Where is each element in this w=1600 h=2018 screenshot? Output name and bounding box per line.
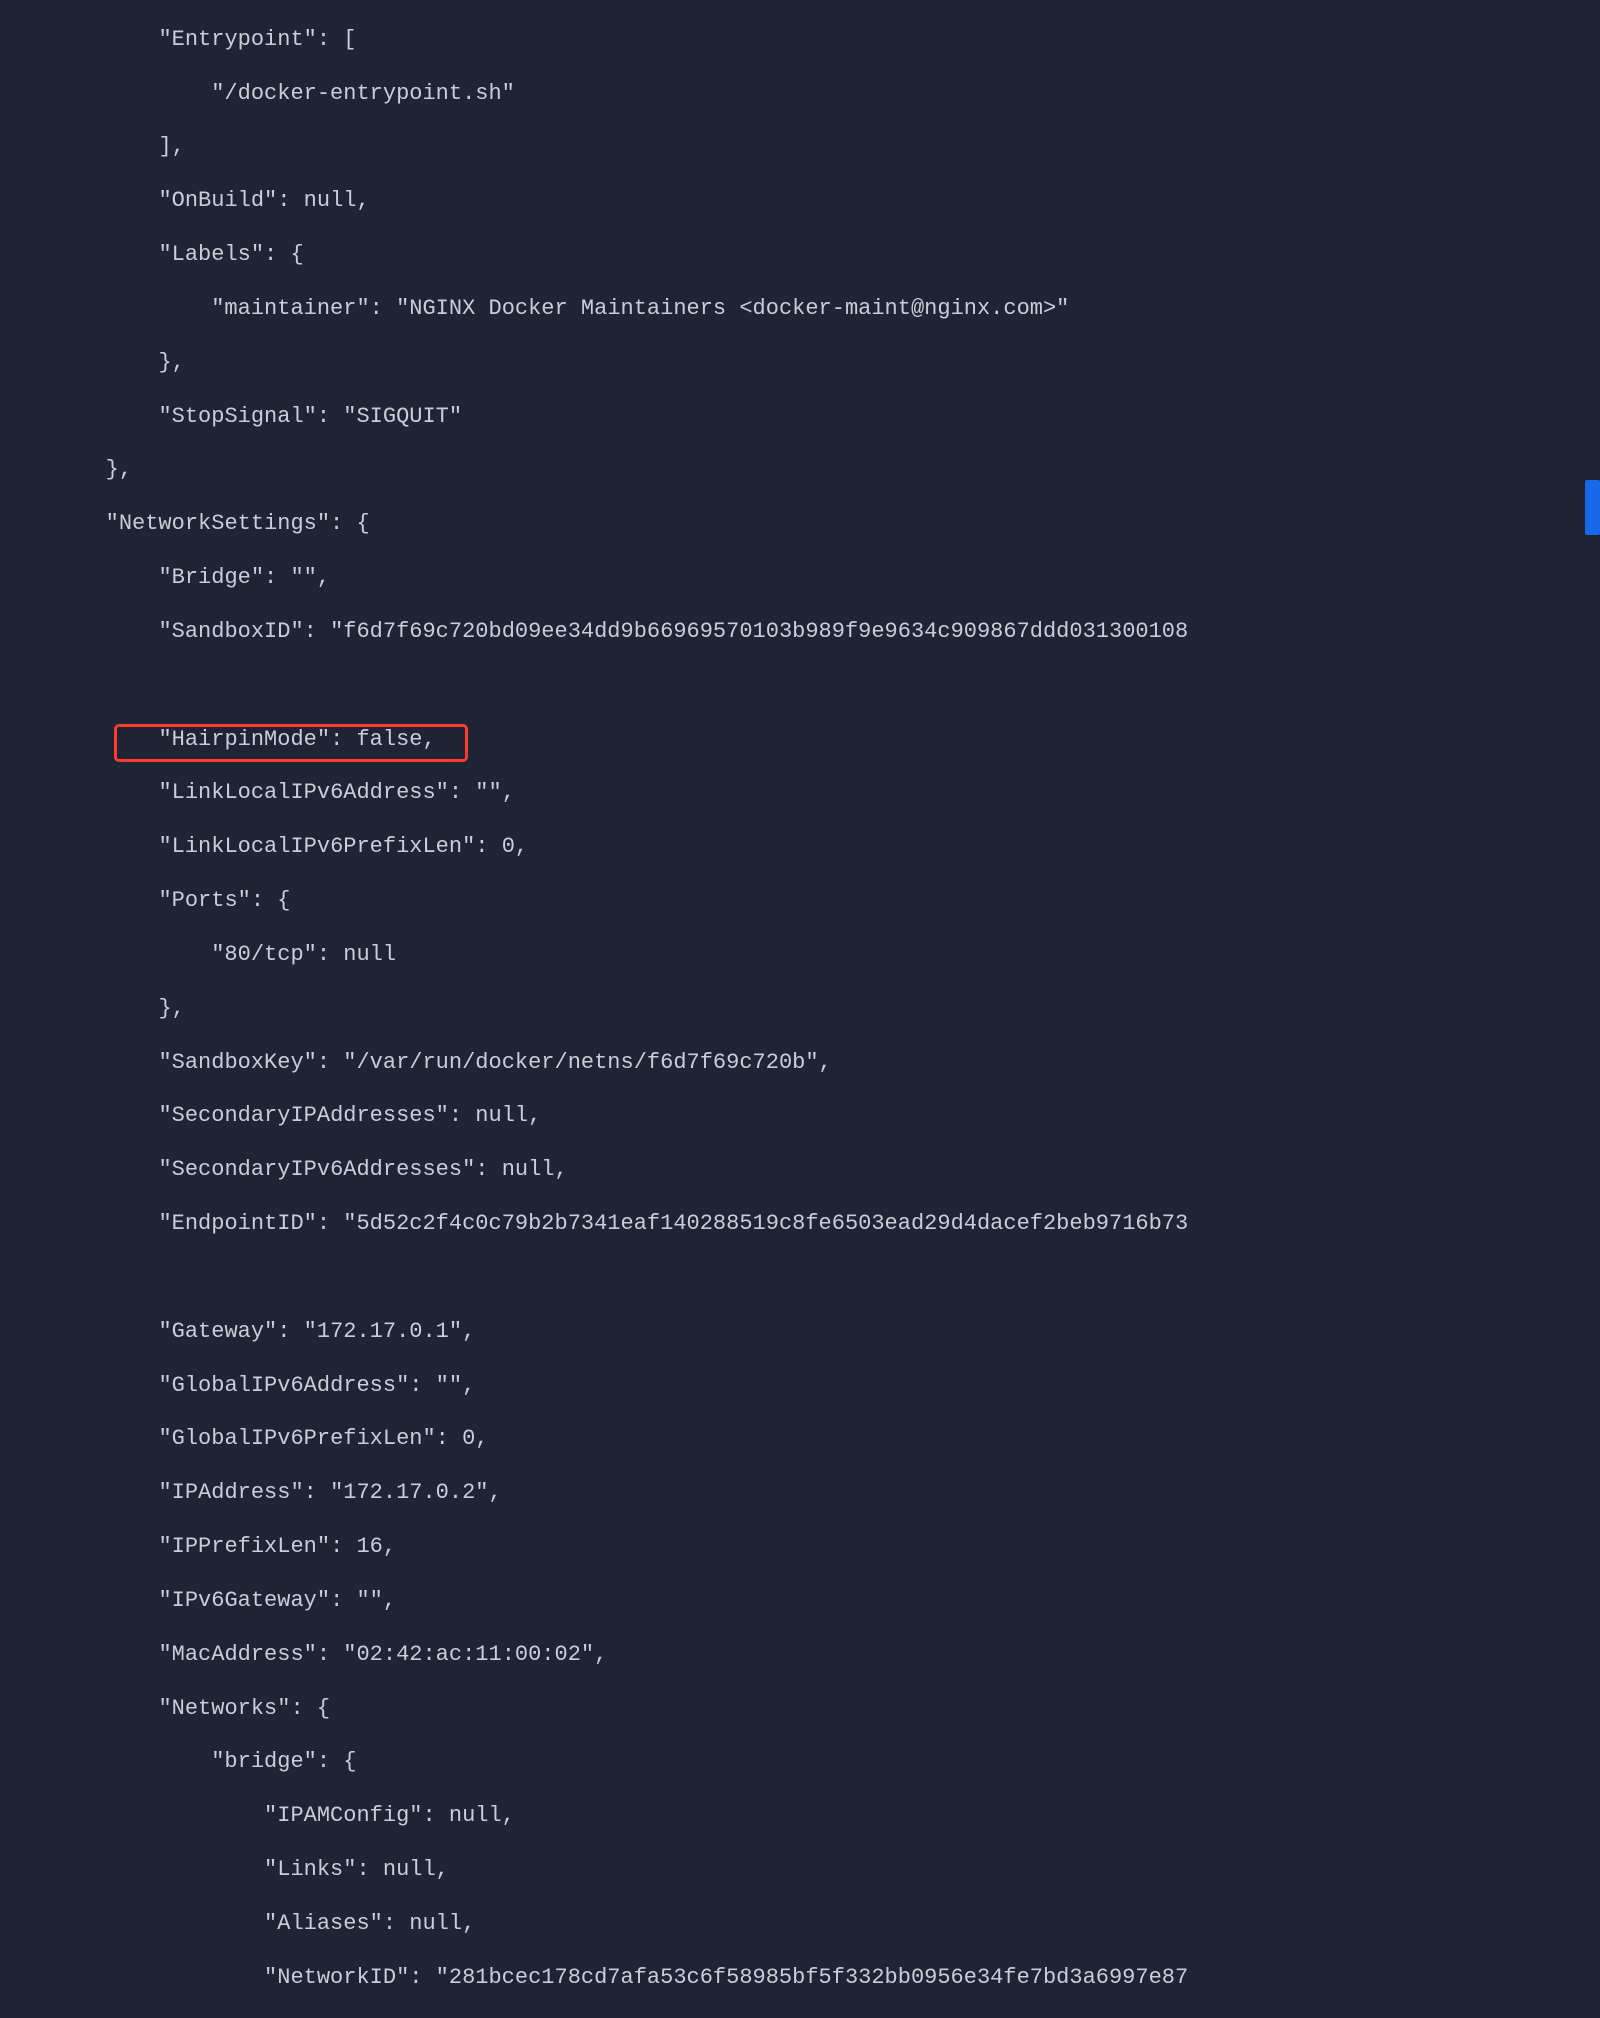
code-line: "StopSignal": "SIGQUIT" [0, 404, 1600, 431]
code-line: "MacAddress": "02:42:ac:11:00:02", [0, 1642, 1600, 1669]
code-line: "/docker-entrypoint.sh" [0, 81, 1600, 108]
code-line: "SecondaryIPv6Addresses": null, [0, 1157, 1600, 1184]
code-line: "Gateway": "172.17.0.1", [0, 1319, 1600, 1346]
json-pair: "LinkLocalIPv6Address": "", [158, 780, 514, 805]
json-close: }, [158, 350, 184, 375]
json-pair: "StopSignal": "SIGQUIT" [158, 404, 462, 429]
json-pair: "HairpinMode": false, [158, 727, 435, 752]
code-line: }, [0, 350, 1600, 377]
json-pair: "GlobalIPv6Address": "", [158, 1373, 475, 1398]
code-line: }, [0, 457, 1600, 484]
json-pair: "LinkLocalIPv6PrefixLen": 0, [158, 834, 528, 859]
code-line: "OnBuild": null, [0, 188, 1600, 215]
code-line: }, [0, 996, 1600, 1023]
code-line: "EndpointID": "5d52c2f4c0c79b2b7341eaf14… [0, 1211, 1600, 1238]
scrollbar-thumb[interactable] [1585, 480, 1600, 535]
json-pair: "SandboxKey": "/var/run/docker/netns/f6d… [158, 1050, 831, 1075]
code-line: "GlobalIPv6Address": "", [0, 1373, 1600, 1400]
code-line: "Entrypoint": [ [0, 27, 1600, 54]
code-line: "maintainer": "NGINX Docker Maintainers … [0, 296, 1600, 323]
code-line: "Labels": { [0, 242, 1600, 269]
code-line: "SecondaryIPAddresses": null, [0, 1103, 1600, 1130]
json-key: "maintainer": [211, 296, 396, 321]
code-line: "80/tcp": null [0, 942, 1600, 969]
json-pair: "Links": null, [264, 1857, 449, 1882]
json-pair: "Gateway": "172.17.0.1", [158, 1319, 475, 1344]
json-value: "/docker-entrypoint.sh" [211, 81, 515, 106]
json-pair: "Aliases": null, [264, 1911, 475, 1936]
json-close: }, [106, 457, 132, 482]
json-pair: "GlobalIPv6PrefixLen": 0, [158, 1426, 488, 1451]
code-line: "LinkLocalIPv6Address": "", [0, 780, 1600, 807]
json-pair-highlighted: "IPAddress": "172.17.0.2", [158, 1480, 501, 1505]
json-pair: "80/tcp": null [211, 942, 396, 967]
code-line: "Links": null, [0, 1857, 1600, 1884]
json-pair: "MacAddress": "02:42:ac:11:00:02", [158, 1642, 607, 1667]
json-key: "Labels": { [158, 242, 303, 267]
code-line: "Ports": { [0, 888, 1600, 915]
json-key: "Ports": { [158, 888, 290, 913]
code-line: "IPv6Gateway": "", [0, 1588, 1600, 1615]
code-line [0, 1265, 1600, 1292]
code-line: "HairpinMode": false, [0, 727, 1600, 754]
code-line: "GlobalIPv6PrefixLen": 0, [0, 1426, 1600, 1453]
code-line: "Aliases": null, [0, 1911, 1600, 1938]
json-pair: "IPAMConfig": null, [264, 1803, 515, 1828]
json-key: "bridge": { [211, 1749, 356, 1774]
code-line: "SandboxKey": "/var/run/docker/netns/f6d… [0, 1050, 1600, 1077]
json-value: "NGINX Docker Maintainers <docker-maint@… [396, 296, 1069, 321]
code-line [0, 673, 1600, 700]
code-line: "Networks": { [0, 1696, 1600, 1723]
code-line: "SandboxID": "f6d7f69c720bd09ee34dd9b669… [0, 619, 1600, 646]
json-key: "Entrypoint": [ [158, 27, 356, 52]
json-pair: "SandboxID": "f6d7f69c720bd09ee34dd9b669… [158, 619, 1188, 644]
json-pair: "Bridge": "", [158, 565, 330, 590]
code-line: ], [0, 134, 1600, 161]
json-pair: "NetworkID": "281bcec178cd7afa53c6f58985… [264, 1965, 1188, 1990]
code-line: "IPAddress": "172.17.0.2", [0, 1480, 1600, 1507]
code-line: "NetworkSettings": { [0, 511, 1600, 538]
code-line: "NetworkID": "281bcec178cd7afa53c6f58985… [0, 1965, 1600, 1992]
json-close: }, [158, 996, 184, 1021]
json-pair: "IPPrefixLen": 16, [158, 1534, 396, 1559]
code-line: "Bridge": "", [0, 565, 1600, 592]
json-pair: "SecondaryIPv6Addresses": null, [158, 1157, 567, 1182]
json-output: "Entrypoint": [ "/docker-entrypoint.sh" … [0, 0, 1600, 2018]
json-pair: "IPv6Gateway": "", [158, 1588, 396, 1613]
code-line: "IPPrefixLen": 16, [0, 1534, 1600, 1561]
json-pair: "OnBuild": null, [158, 188, 369, 213]
json-pair: "SecondaryIPAddresses": null, [158, 1103, 541, 1128]
json-pair: "EndpointID": "5d52c2f4c0c79b2b7341eaf14… [158, 1211, 1188, 1236]
json-key: "NetworkSettings": { [106, 511, 370, 536]
code-line: "IPAMConfig": null, [0, 1803, 1600, 1830]
code-line: "LinkLocalIPv6PrefixLen": 0, [0, 834, 1600, 861]
json-key: "Networks": { [158, 1696, 330, 1721]
code-line: "bridge": { [0, 1749, 1600, 1776]
json-close: ], [158, 134, 184, 159]
